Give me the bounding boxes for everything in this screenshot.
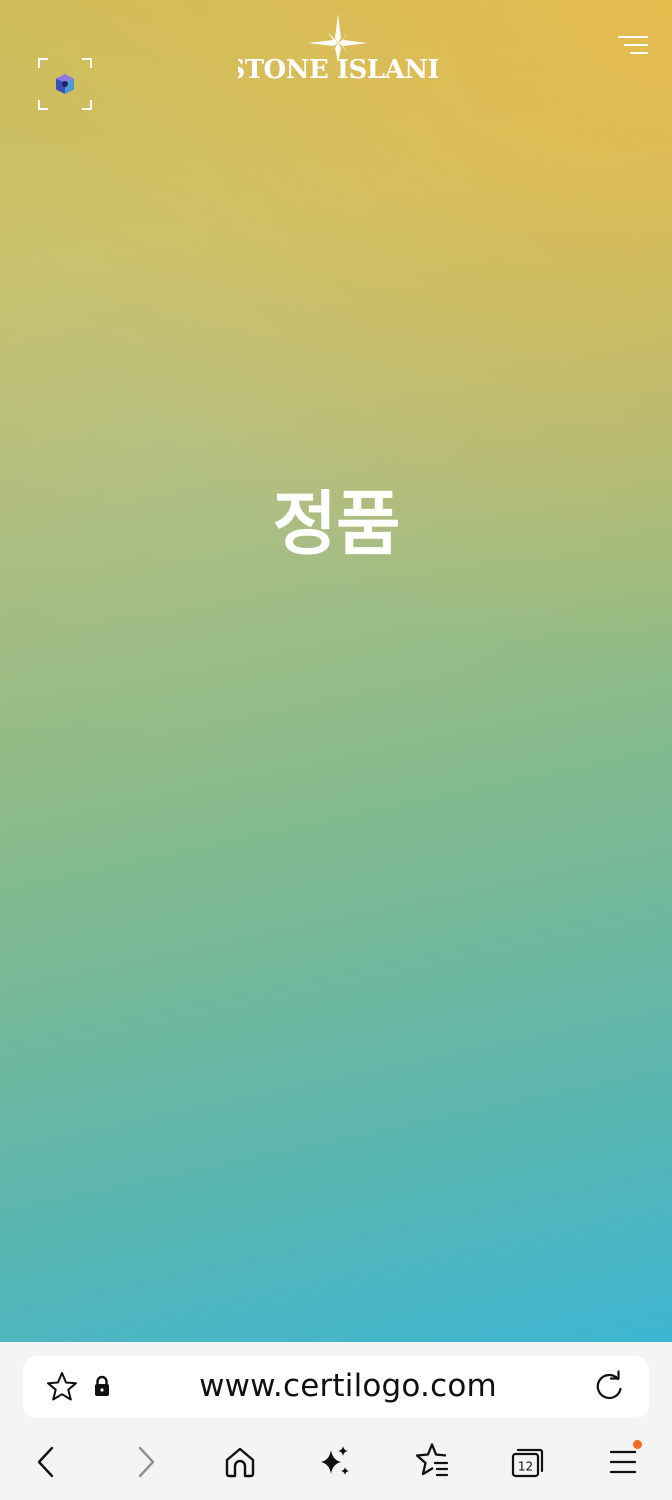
chevron-right-icon xyxy=(138,1446,155,1478)
cube-icon xyxy=(56,74,74,94)
menu-line xyxy=(630,52,648,54)
tabs-button[interactable]: 12 xyxy=(503,1438,551,1486)
bookmarks-button[interactable] xyxy=(407,1438,455,1486)
assistant-button[interactable] xyxy=(311,1438,359,1486)
scan-frame-corner xyxy=(38,100,48,110)
page-content: STONE ISLAND 정품 xyxy=(0,0,672,1342)
menu-line xyxy=(624,44,648,46)
back-button[interactable] xyxy=(22,1438,70,1486)
menu-button[interactable] xyxy=(612,34,648,58)
notification-dot xyxy=(633,1440,642,1449)
tabs-icon: 12 xyxy=(511,1448,544,1478)
tab-count: 12 xyxy=(518,1460,533,1474)
scan-frame-corner xyxy=(82,58,92,68)
forward-button[interactable] xyxy=(122,1438,170,1486)
scan-frame-icon xyxy=(38,58,48,68)
browser-toolbar: www.certilogo.com 12 xyxy=(0,1342,672,1500)
chevron-left-icon xyxy=(37,1446,54,1478)
scan-frame-corner xyxy=(82,100,92,110)
authenticity-result-text: 정품 xyxy=(272,483,401,565)
hamburger-menu-icon xyxy=(618,36,648,38)
brand-logo[interactable]: STONE ISLAND xyxy=(238,14,438,86)
home-button[interactable] xyxy=(216,1438,264,1486)
sparkle-icon xyxy=(321,1446,349,1475)
brand-name: STONE ISLAND xyxy=(238,55,438,85)
scan-button[interactable] xyxy=(38,58,92,110)
lock-icon xyxy=(95,1375,109,1396)
star-list-icon xyxy=(415,1443,449,1477)
reload-icon[interactable] xyxy=(593,1370,625,1404)
home-icon xyxy=(225,1447,255,1478)
browser-menu-button[interactable] xyxy=(600,1438,648,1486)
url-text[interactable]: www.certilogo.com xyxy=(133,1368,563,1404)
browser-nav-row: 12 xyxy=(0,1438,672,1486)
star-icon[interactable] xyxy=(45,1370,79,1404)
address-bar[interactable]: www.certilogo.com xyxy=(23,1356,649,1418)
